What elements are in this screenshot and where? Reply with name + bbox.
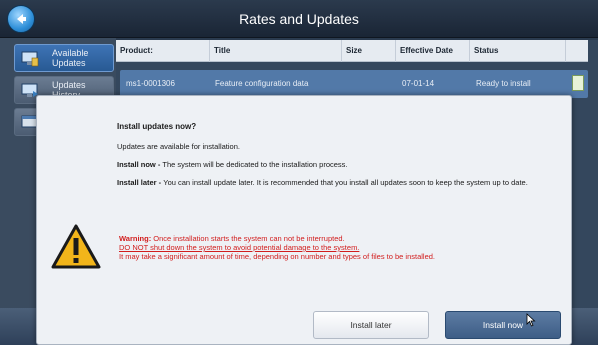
cell-product: ms1-0001306 — [126, 79, 175, 88]
mouse-cursor-icon — [526, 313, 536, 327]
column-header-status[interactable]: Status — [470, 40, 566, 62]
warning-line-3: It may take a significant amount of time… — [119, 252, 436, 261]
warning-label: Warning: — [119, 234, 152, 243]
install-later-label: Install later - — [117, 178, 164, 187]
title-bar: Rates and Updates — [0, 0, 598, 38]
column-header-product[interactable]: Product: — [116, 40, 210, 62]
dialog-available-text: Updates are available for installation. — [117, 142, 240, 151]
sidebar-item-label: Available Updates — [52, 48, 89, 68]
cell-effective-date: 07-01-14 — [402, 79, 435, 88]
install-now-description: Install now - The system will be dedicat… — [117, 160, 348, 169]
window-title: Rates and Updates — [239, 11, 359, 27]
install-later-text: You can install update later. It is reco… — [163, 178, 528, 187]
updates-icon — [21, 51, 39, 67]
install-later-button[interactable]: Install later — [313, 311, 429, 339]
install-later-description: Install later - You can install update l… — [117, 178, 557, 187]
document-icon[interactable] — [572, 75, 584, 91]
dialog-heading: Install updates now? — [117, 122, 197, 131]
column-header-effective-date[interactable]: Effective Date — [396, 40, 470, 62]
install-updates-dialog: Install updates now? Updates are availab… — [36, 95, 572, 345]
warning-line-2: DO NOT shut down the system to avoid pot… — [119, 243, 360, 252]
table-row[interactable]: ms1-0001306 Feature configuration data 0… — [120, 70, 588, 98]
install-now-text: The system will be dedicated to the inst… — [162, 160, 348, 169]
column-header-title[interactable]: Title — [210, 40, 342, 62]
warning-icon — [51, 224, 101, 269]
warning-line-1: Warning: Once installation starts the sy… — [119, 234, 345, 243]
cell-title: Feature configuration data — [215, 79, 309, 88]
install-now-label: Install now - — [117, 160, 163, 169]
cell-status: Ready to install — [476, 79, 531, 88]
sidebar-item-available-updates[interactable]: Available Updates — [14, 44, 114, 72]
column-header-size[interactable]: Size — [342, 40, 396, 62]
table-header: Product: Title Size Effective Date Statu… — [116, 40, 588, 62]
install-now-button[interactable]: Install now — [445, 311, 561, 339]
screen: Rates and Updates Available Updates Upda… — [0, 0, 598, 345]
warning-text-1: Once installation starts the system can … — [151, 234, 345, 243]
